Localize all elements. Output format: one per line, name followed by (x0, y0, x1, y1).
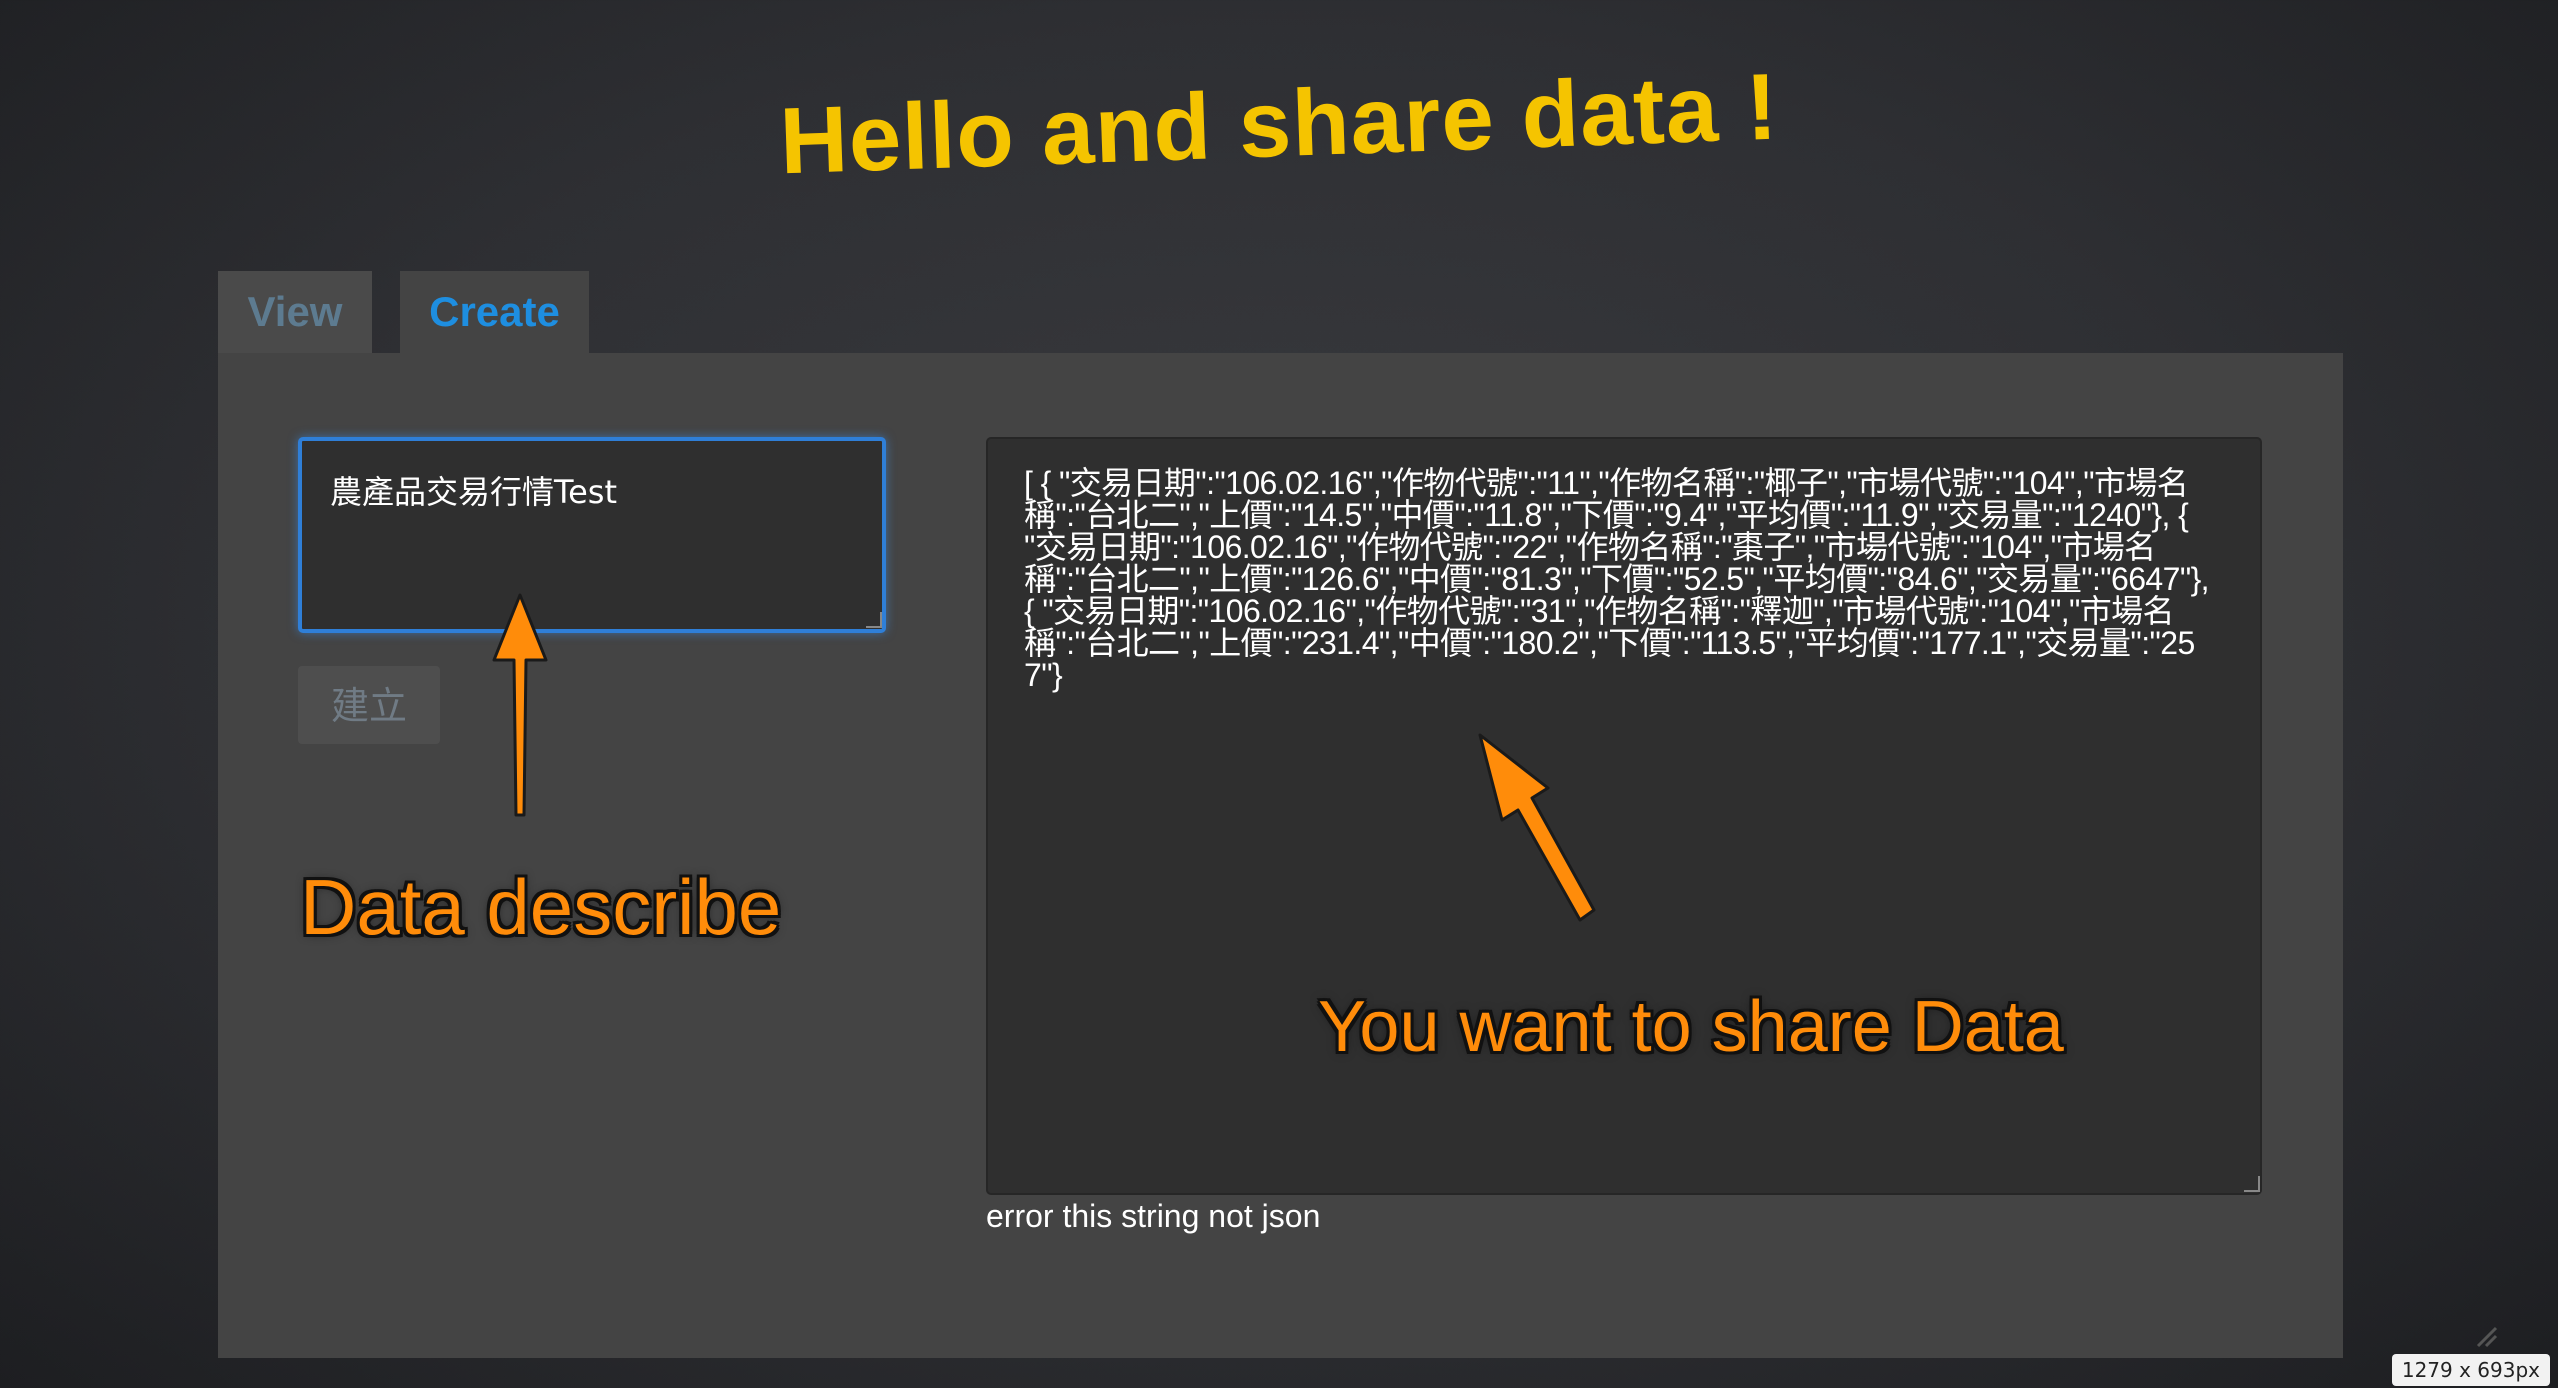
app-title: Hello and share data ! (778, 53, 1780, 194)
annotation-share-data: You want to share Data (1318, 987, 2064, 1067)
json-error-message: error this string not json (986, 1198, 1321, 1234)
share-data-textarea[interactable]: [ { "交易日期":"106.02.16","作物代號":"11","作物名稱… (986, 437, 2262, 1195)
data-resize-handle[interactable] (2244, 1176, 2260, 1192)
up-arrow-icon (492, 593, 548, 817)
tab-create[interactable]: Create (400, 271, 589, 353)
screenshot-size-badge: 1279 x 693px (2391, 1354, 2550, 1386)
resize-corner-icon (2476, 1326, 2498, 1348)
tab-view[interactable]: View (218, 271, 372, 353)
data-describe-input[interactable]: 農產品交易行情Test (298, 437, 886, 633)
annotation-data-describe: Data describe (300, 863, 782, 951)
describe-resize-handle[interactable] (866, 612, 882, 628)
create-button[interactable]: 建立 (298, 666, 440, 744)
up-left-arrow-icon (1478, 733, 1596, 922)
